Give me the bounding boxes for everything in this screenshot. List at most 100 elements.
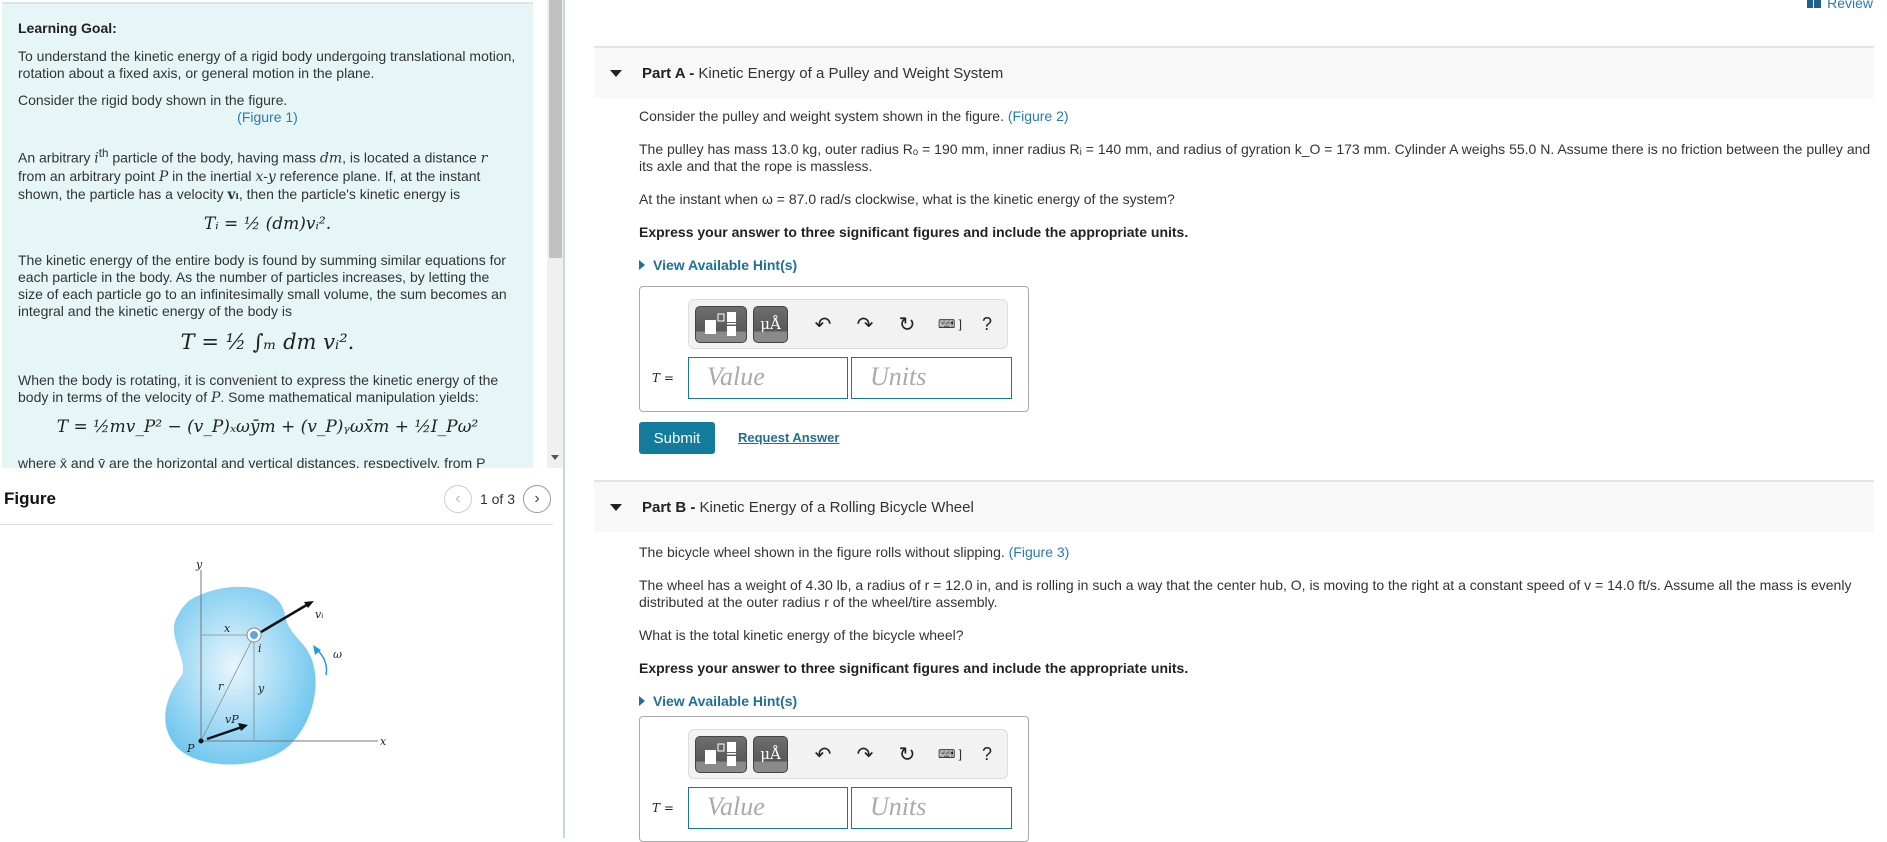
label-P: P: [186, 742, 195, 755]
request-answer-link[interactable]: Request Answer: [738, 430, 839, 445]
label-r: r: [218, 680, 224, 693]
keyboard-icon[interactable]: ⌨ ]: [928, 747, 972, 761]
math-P: P: [158, 168, 169, 185]
label-vp: vP: [225, 713, 239, 726]
rotating-paragraph: When the body is rotating, it is conveni…: [18, 372, 517, 407]
part-b-answer-box: μÅ ↶ ↷ ↻ ⌨ ] ? T = Value Units: [639, 716, 1029, 842]
figure-2-link[interactable]: (Figure 2): [1008, 108, 1069, 124]
part-a-instruction: Express your answer to three significant…: [639, 224, 1189, 240]
next-figure-button[interactable]: ›: [523, 485, 551, 513]
hint-label: View Available Hint(s): [653, 257, 798, 273]
equation-particle-ke: Tᵢ = ½ (dm)vᵢ².: [203, 213, 332, 234]
part-title-text: Kinetic Energy of a Pulley and Weight Sy…: [698, 64, 1004, 82]
label-vi: vᵢ: [315, 608, 323, 621]
part-a-answer-box: μÅ ↶ ↷ ↻ ⌨ ] ? T = Value Units: [639, 286, 1029, 412]
part-b-hint-toggle[interactable]: View Available Hint(s): [639, 693, 1874, 709]
part-a-body: Consider the pulley and weight system sh…: [639, 108, 1874, 273]
equation-general-ke: T = ½mv_P² − (v_P)ₓωȳm + (v_P)ᵧωx̄m + ½I…: [56, 416, 479, 437]
figure-title: Figure: [4, 489, 56, 508]
part-title-text: Kinetic Energy of a Rolling Bicycle Whee…: [699, 498, 974, 516]
part-b-instruction: Express your answer to three significant…: [639, 660, 1189, 676]
redo-icon[interactable]: ↷: [844, 312, 886, 337]
part-b-given: The wheel has a weight of 4.30 lb, a rad…: [639, 577, 1852, 610]
left-panel: Learning Goal: To understand the kinetic…: [0, 0, 565, 838]
right-panel: Review Part A - Kinetic Energy of a Pull…: [567, 0, 1887, 842]
units-button[interactable]: μÅ: [753, 735, 788, 773]
text: from an arbitrary point: [18, 167, 159, 184]
expand-triangle-icon: [639, 696, 645, 706]
part-a-title: Part A - Kinetic Energy of a Pulley and …: [642, 65, 1003, 82]
submit-button[interactable]: Submit: [639, 422, 715, 454]
learning-goal-scrollbar[interactable]: [547, 0, 563, 468]
learning-goal-intro: To understand the kinetic energy of a ri…: [18, 48, 516, 81]
answer-variable-label: T =: [652, 801, 674, 815]
part-b-intro: The bicycle wheel shown in the figure ro…: [639, 544, 1874, 561]
math-r: r: [480, 150, 488, 167]
part-a-header[interactable]: Part A - Kinetic Energy of a Pulley and …: [594, 46, 1874, 98]
omega-arrow: [316, 649, 328, 676]
text: in the inertial: [168, 167, 256, 184]
figure-page-count: 1 of 3: [479, 491, 515, 507]
particle-core: [250, 631, 258, 639]
math-th: th: [98, 147, 109, 160]
undo-icon[interactable]: ↶: [802, 312, 844, 337]
part-b-header[interactable]: Part B - Kinetic Energy of a Rolling Bic…: [594, 480, 1874, 532]
collapse-triangle-icon: [610, 503, 622, 511]
value-input[interactable]: Value: [688, 787, 848, 829]
scroll-down-arrow-icon[interactable]: [551, 455, 559, 460]
previous-figure-button[interactable]: ‹: [443, 485, 472, 513]
summation-paragraph: The kinetic energy of the entire body is…: [18, 251, 507, 319]
value-input[interactable]: Value: [688, 357, 848, 399]
text: Consider the pulley and weight system sh…: [639, 108, 1008, 124]
particle-paragraph: An arbitrary ith particle of the body, h…: [18, 145, 517, 204]
review-link[interactable]: Review: [1807, 0, 1873, 11]
help-icon[interactable]: ?: [972, 744, 1002, 765]
figure-3-link[interactable]: (Figure 3): [1009, 544, 1070, 560]
units-input[interactable]: Units: [851, 357, 1012, 399]
answer-variable-label: T =: [652, 371, 674, 385]
redo-icon[interactable]: ↷: [844, 742, 886, 767]
part-b-question: What is the total kinetic energy of the …: [639, 627, 964, 643]
units-button[interactable]: μÅ: [753, 305, 788, 343]
math-dm: dm: [319, 150, 343, 167]
part-a-hint-toggle[interactable]: View Available Hint(s): [639, 257, 1874, 273]
label-omega: ω: [333, 648, 342, 661]
scrollbar-thumb[interactable]: [549, 0, 562, 258]
where-paragraph: where x̄ and ȳ are the horizontal and ve…: [18, 454, 486, 468]
collapse-triangle-icon: [610, 69, 622, 77]
math-toolbar: μÅ ↶ ↷ ↻ ⌨ ] ?: [688, 299, 1008, 349]
rigid-body-figure: y x x y r vᵢ i ω vP P: [165, 558, 387, 765]
figure-1-link[interactable]: (Figure 1): [18, 109, 517, 125]
part-label: Part B -: [642, 498, 696, 516]
part-b-body: The bicycle wheel shown in the figure ro…: [639, 544, 1874, 709]
math-P: P: [210, 389, 221, 406]
review-label: Review: [1827, 0, 1873, 11]
math-toolbar: μÅ ↶ ↷ ↻ ⌨ ] ?: [688, 729, 1008, 779]
label-y-axis: y: [195, 558, 203, 571]
book-icon: [1807, 0, 1822, 8]
text: . Some mathematical manipulation yields:: [220, 388, 479, 405]
label-x-axis: x: [380, 735, 387, 748]
help-icon[interactable]: ?: [972, 314, 1002, 335]
reset-icon[interactable]: ↻: [886, 312, 928, 337]
figure-header: Figure ‹ 1 of 3 ›: [0, 485, 553, 525]
text: The bicycle wheel shown in the figure ro…: [639, 544, 1009, 560]
units-input[interactable]: Units: [851, 787, 1012, 829]
expand-triangle-icon: [639, 260, 645, 270]
text: An arbitrary: [18, 149, 95, 166]
keyboard-icon[interactable]: ⌨ ]: [928, 317, 972, 331]
figure-pager: ‹ 1 of 3 ›: [443, 485, 551, 513]
template-icon: [705, 742, 736, 766]
templates-button[interactable]: [695, 305, 747, 343]
undo-icon[interactable]: ↶: [802, 742, 844, 767]
consider-text: Consider the rigid body shown in the fig…: [18, 92, 288, 108]
templates-button[interactable]: [695, 735, 747, 773]
part-a-given: The pulley has mass 13.0 kg, outer radiu…: [639, 141, 1871, 174]
text: , is located a distance: [342, 149, 481, 166]
template-icon: [705, 312, 736, 336]
reset-icon[interactable]: ↻: [886, 742, 928, 767]
label-y-dist: y: [257, 682, 265, 695]
part-a-intro: Consider the pulley and weight system sh…: [639, 108, 1874, 125]
chevron-right-icon: ›: [534, 490, 540, 507]
math-xy: x-y: [255, 168, 276, 185]
